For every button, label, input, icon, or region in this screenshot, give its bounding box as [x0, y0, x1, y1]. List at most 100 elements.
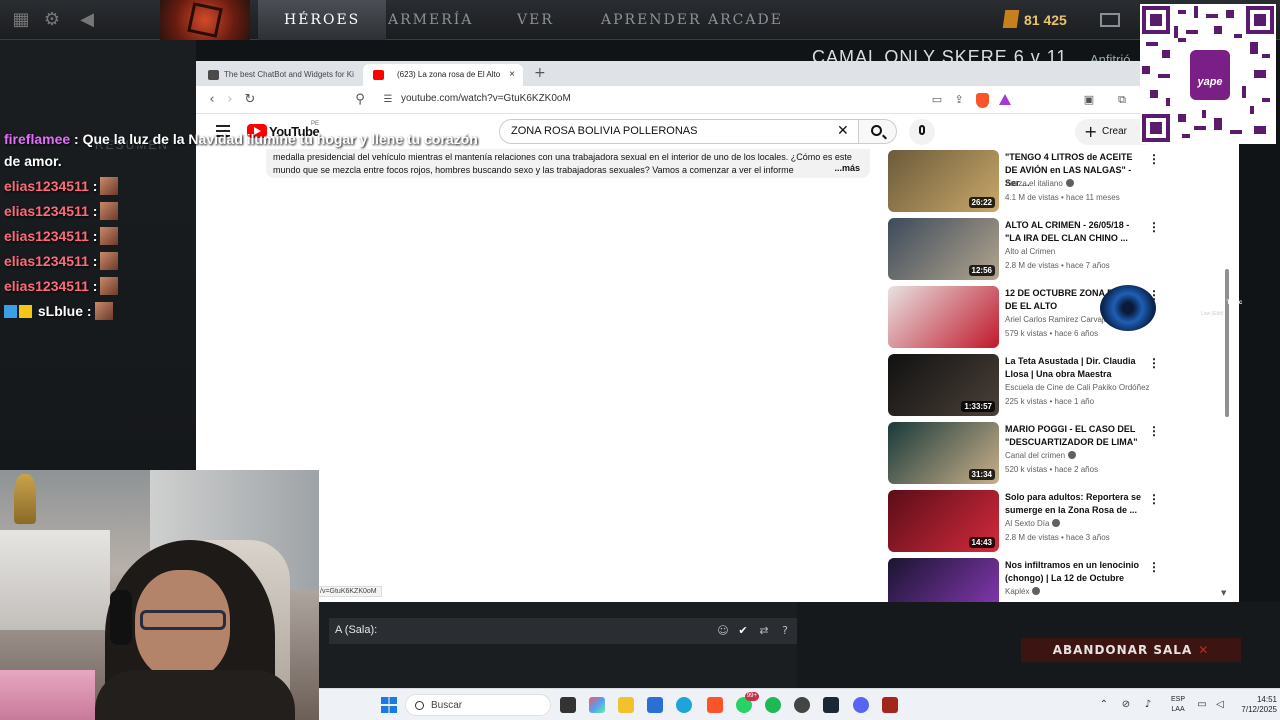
whatsapp-icon[interactable]: 99+: [736, 692, 759, 713]
recommendation-item[interactable]: 31:34 MARIO POGGI - EL CASO DEL "DESCUART…: [887, 421, 1160, 489]
tray-chevron-icon[interactable]: ⌃: [1097, 698, 1111, 712]
brave-icon[interactable]: [707, 697, 723, 713]
more-options-icon[interactable]: ⋮: [1148, 357, 1160, 369]
file-explorer-icon[interactable]: [618, 697, 634, 713]
recommendation-item[interactable]: 1:33:57 La Teta Asustada | Dir. Claudia L…: [887, 353, 1160, 421]
copilot-icon[interactable]: [589, 697, 605, 713]
video-title[interactable]: ALTO AL CRIMEN - 26/05/18 - "LA IRA DEL …: [1005, 219, 1145, 245]
obs-icon[interactable]: [794, 697, 810, 713]
dota-logo[interactable]: [160, 0, 250, 40]
dota-icon[interactable]: [882, 697, 898, 713]
channel-name[interactable]: Canal del crimen: [1005, 451, 1155, 460]
show-more-link[interactable]: ...más: [830, 162, 860, 175]
video-title[interactable]: Solo para adultos: Reportera se sumerge …: [1005, 491, 1145, 517]
mic-tray-icon[interactable]: ♪: [1141, 698, 1155, 712]
brave-shield-icon[interactable]: [976, 93, 989, 108]
translate-icon[interactable]: ⇄: [756, 623, 772, 639]
display-icon[interactable]: ▭: [1195, 698, 1209, 712]
nav-arcade[interactable]: ARCADE: [708, 0, 783, 40]
sidebar-icon[interactable]: ▣: [1081, 92, 1097, 108]
edge-icon[interactable]: [676, 697, 692, 713]
recommendation-item[interactable]: 14:43 Solo para adultos: Reportera se sum…: [887, 489, 1160, 557]
channel-name[interactable]: Al Sexto Día: [1005, 519, 1155, 528]
more-options-icon[interactable]: ⋮: [1148, 221, 1160, 233]
video-title[interactable]: Nos infiltramos en un lenocinio (chongo)…: [1005, 559, 1145, 585]
clock[interactable]: 14:51 7/12/2025: [1237, 695, 1277, 715]
network-icon[interactable]: ⊘: [1119, 698, 1133, 712]
channel-name[interactable]: Escuela de Cine de Cali Pakiko Ordóñez: [1005, 383, 1155, 392]
nav-heroes[interactable]: HÉROES: [258, 0, 387, 40]
dota-menu-icon[interactable]: ▦: [10, 9, 32, 31]
channel-name[interactable]: Alto al Crimen: [1005, 247, 1155, 256]
leave-lobby-button[interactable]: ABANDONAR SALA ✕: [1021, 638, 1241, 662]
verified-icon: [1065, 179, 1074, 187]
create-label: Crear: [1102, 126, 1128, 137]
clear-search-icon[interactable]: ✕: [837, 123, 849, 139]
back-arrow-icon[interactable]: ◀: [76, 9, 98, 31]
recommendation-item[interactable]: 26:22 "TENGO 4 LITROS de ACEITE DE AVIÓN …: [887, 149, 1160, 217]
video-meta: 2.8 M de vistas • hace 7 años: [1005, 261, 1110, 270]
share-icon[interactable]: ⇪: [951, 92, 967, 108]
recommendation-item[interactable]: 12:56 ALTO AL CRIMEN - 26/05/18 - "LA IRA…: [887, 217, 1160, 285]
site-info-icon[interactable]: ☰: [380, 92, 396, 108]
brave-rewards-icon[interactable]: [999, 94, 1011, 105]
bookmark-icon[interactable]: ⚲: [352, 92, 368, 108]
pillow: [0, 670, 95, 720]
taskbar-search[interactable]: Buscar: [405, 694, 551, 716]
steam-icon[interactable]: [823, 697, 839, 713]
nav-learn[interactable]: APRENDER: [601, 0, 702, 40]
video-title[interactable]: MARIO POGGI - EL CASO DEL "DESCUARTIZADO…: [1005, 423, 1145, 449]
new-tab-button[interactable]: +: [534, 65, 546, 81]
channel-name[interactable]: Kapléx: [1005, 587, 1155, 596]
video-thumbnail[interactable]: 31:34: [888, 422, 999, 484]
store-icon[interactable]: [647, 697, 663, 713]
more-options-icon[interactable]: ⋮: [1148, 493, 1160, 505]
video-title[interactable]: La Teta Asustada | Dir. Claudia Llosa | …: [1005, 355, 1145, 381]
settings-gear-icon[interactable]: ⚙: [41, 9, 63, 31]
chat-username: elias1234511: [4, 278, 89, 294]
close-tab-icon[interactable]: ×: [509, 64, 515, 86]
spotify-icon[interactable]: [765, 697, 781, 713]
mail-icon[interactable]: [1100, 13, 1120, 27]
cast-icon[interactable]: ▭: [929, 92, 945, 108]
search-button[interactable]: [859, 119, 897, 144]
video-thumbnail[interactable]: 14:43: [888, 490, 999, 552]
video-duration: 26:22: [968, 197, 995, 208]
back-icon[interactable]: ‹: [204, 92, 220, 108]
help-icon[interactable]: ?: [777, 623, 793, 639]
voice-search-button[interactable]: [909, 119, 935, 145]
channel-name[interactable]: Zazza el italiano: [1005, 179, 1155, 188]
url-field[interactable]: youtube.com/watch?v=GtuK6KZK0oM: [401, 93, 571, 104]
more-options-icon[interactable]: ⋮: [1148, 425, 1160, 437]
video-duration: 1:33:57: [961, 401, 995, 412]
recommendations-list: 26:22 "TENGO 4 LITROS de ACEITE DE AVIÓN …: [887, 149, 1160, 625]
verified-icon: [1032, 587, 1041, 595]
emote-icon: [100, 227, 119, 245]
volume-icon[interactable]: ◁: [1213, 698, 1227, 712]
task-view-icon[interactable]: [560, 697, 576, 713]
language-indicator[interactable]: ESP LAA: [1171, 695, 1185, 715]
shards-counter[interactable]: 81 425: [1002, 10, 1067, 30]
video-thumbnail[interactable]: 26:22: [888, 150, 999, 212]
check-icon[interactable]: ✔: [735, 623, 751, 639]
search-input[interactable]: ZONA ROSA BOLIVIA POLLERONAS: [499, 119, 859, 144]
more-options-icon[interactable]: ⋮: [1148, 561, 1160, 573]
video-thumbnail[interactable]: 12:56: [888, 218, 999, 280]
discord-icon[interactable]: [853, 697, 869, 713]
windows-start-icon[interactable]: [381, 697, 397, 713]
dota-chat-input[interactable]: A (Sala): ☺ ✔ ⇄ ?: [329, 618, 797, 644]
reload-icon[interactable]: ↻: [242, 92, 258, 108]
video-thumbnail[interactable]: [888, 286, 999, 348]
video-thumbnail[interactable]: 1:33:57: [888, 354, 999, 416]
forward-icon[interactable]: ›: [222, 92, 238, 108]
extensions-icon[interactable]: ⧉: [1114, 92, 1130, 108]
more-options-icon[interactable]: ⋮: [1148, 153, 1160, 165]
emoji-icon[interactable]: ☺: [715, 623, 731, 639]
tab-youtube[interactable]: (623) La zona rosa de El Alto ×: [363, 64, 523, 86]
nav-armory[interactable]: ARMERÍA: [388, 0, 473, 40]
scroll-down-arrow-icon[interactable]: ▼: [1221, 589, 1226, 597]
tab-chatbot[interactable]: The best ChatBot and Widgets for Ki: [198, 64, 360, 86]
nav-watch[interactable]: VER: [517, 0, 554, 40]
headset: [110, 590, 132, 645]
video-meta: 520 k vistas • hace 2 años: [1005, 465, 1099, 474]
